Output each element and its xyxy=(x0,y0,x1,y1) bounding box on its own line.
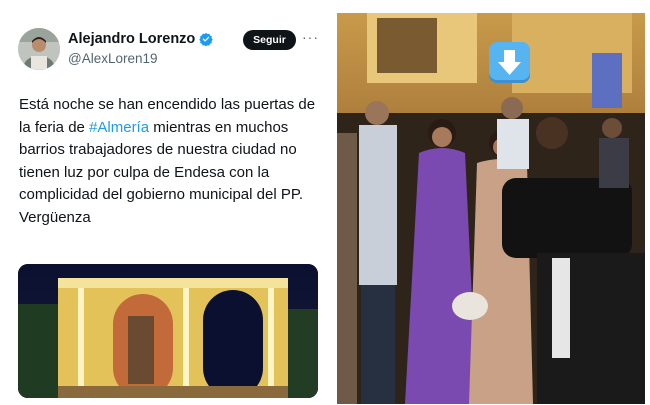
down-arrow-emoji-icon xyxy=(489,42,530,83)
tweet-media-image[interactable] xyxy=(18,264,318,398)
verified-badge-icon xyxy=(199,32,214,46)
tweet-text: Está noche se han encendido las puertas … xyxy=(19,94,324,229)
event-photo[interactable] xyxy=(337,13,645,404)
hashtag-link[interactable]: #Almería xyxy=(89,119,149,136)
avatar[interactable] xyxy=(18,28,60,70)
display-name[interactable]: Alejandro Lorenzo xyxy=(68,31,195,47)
user-handle[interactable]: @AlexLoren19 xyxy=(68,51,158,66)
tweet-card: Alejandro Lorenzo @AlexLoren19 Seguir ··… xyxy=(0,0,335,405)
more-options-icon[interactable]: ··· xyxy=(302,29,319,45)
author-row: Alejandro Lorenzo xyxy=(68,31,214,47)
follow-button[interactable]: Seguir xyxy=(243,30,296,50)
